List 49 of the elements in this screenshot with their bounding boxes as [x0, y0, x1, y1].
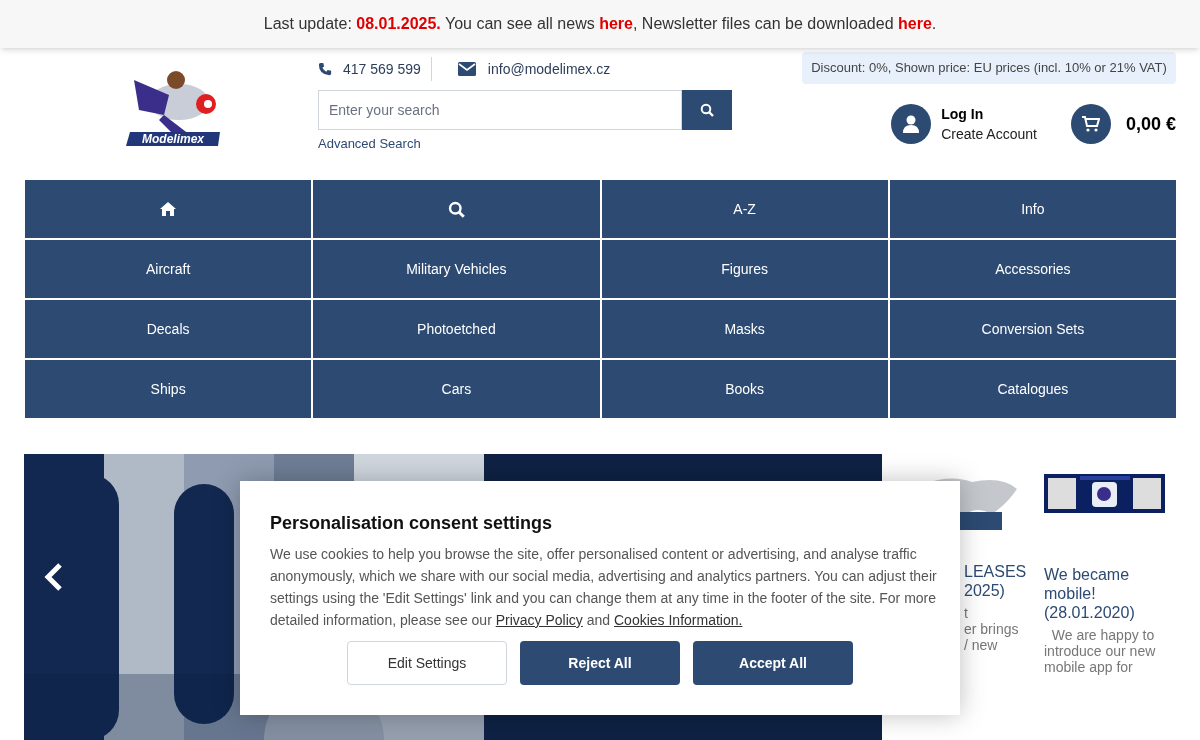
news-link[interactable]: here — [599, 15, 633, 32]
nav-item[interactable]: Masks — [601, 300, 888, 358]
search-button[interactable] — [682, 90, 732, 130]
nav-item[interactable]: Books — [601, 360, 888, 418]
nav-item[interactable]: Ships — [25, 360, 312, 418]
news-excerpt: t er brings / new — [964, 605, 1020, 653]
chevron-left-icon — [42, 562, 64, 592]
cart-button[interactable] — [1070, 104, 1111, 144]
email-address[interactable]: info@modelimex.cz — [487, 58, 611, 80]
logo[interactable]: Modelimex — [124, 60, 224, 150]
nav-item[interactable]: Military Vehicles — [313, 240, 600, 298]
search-icon — [447, 200, 465, 218]
news-link[interactable]: here — [898, 15, 932, 32]
advanced-search-link[interactable]: Advanced Search — [318, 134, 758, 154]
policy-link[interactable]: Cookies Information. — [614, 612, 743, 628]
user-icon — [903, 115, 920, 133]
home-icon — [160, 202, 177, 216]
phone-icon — [318, 62, 332, 76]
consent-button[interactable]: Accept All — [693, 641, 853, 685]
phone-number[interactable]: 417 569 599 — [343, 57, 432, 81]
nav-item[interactable]: Photoetched — [313, 300, 600, 358]
update-notice: Last update: 08.01.2025. You can see all news here, Newsletter files can be downloaded here. — [263, 14, 937, 34]
nav-item[interactable]: Figures — [601, 240, 888, 298]
dialog-title: Personalisation consent settings — [270, 512, 554, 535]
previous-slide-button[interactable] — [42, 562, 64, 592]
search-icon — [700, 103, 714, 117]
nav-item[interactable]: Info — [889, 180, 1176, 238]
discount-info: Discount: 0%, Shown price: EU prices (incl. 10% or 21% VAT) — [802, 52, 1176, 84]
news-title[interactable]: We became mobile! (28.01.2020) — [1044, 565, 1166, 622]
policy-link[interactable]: Privacy Policy — [495, 612, 583, 628]
news-excerpt: We are happy to introduce our new mobile app for — [1044, 627, 1157, 675]
search-field[interactable]: Enter your search — [318, 90, 682, 130]
consent-button[interactable]: Reject All — [520, 641, 680, 685]
cart-icon — [1081, 116, 1100, 132]
create-account-link[interactable]: Create Account — [941, 124, 1037, 144]
cart-total[interactable]: 0,00 € — [1125, 110, 1176, 138]
consent-text: We use cookies to help you browse the site, offer personalised content or advertising, and analyse traffic anonymously, which we share with our social media, advertising and analytics partners. You can adjust their settings using the 'Edit Settings' link and you can change them at any time in the footer of the site. For more detailed information, please see our Privacy Policy and Cookies Information. — [270, 545, 938, 630]
nav-item[interactable]: Accessories — [889, 240, 1176, 298]
nav-item[interactable]: A-Z — [601, 180, 888, 238]
nav-item[interactable]: Aircraft — [25, 240, 312, 298]
login-link[interactable]: Log In — [941, 104, 1037, 124]
envelope-icon — [457, 62, 476, 76]
nav-item[interactable]: Catalogues — [889, 360, 1176, 418]
account-avatar[interactable] — [891, 104, 932, 144]
news-title[interactable]: LEASES 2025) — [964, 562, 1042, 600]
nav-item[interactable]: Cars — [313, 360, 600, 418]
nav-item[interactable]: Conversion Sets — [889, 300, 1176, 358]
nav-item[interactable]: Decals — [25, 300, 312, 358]
consent-button[interactable]: Edit Settings — [347, 641, 507, 685]
